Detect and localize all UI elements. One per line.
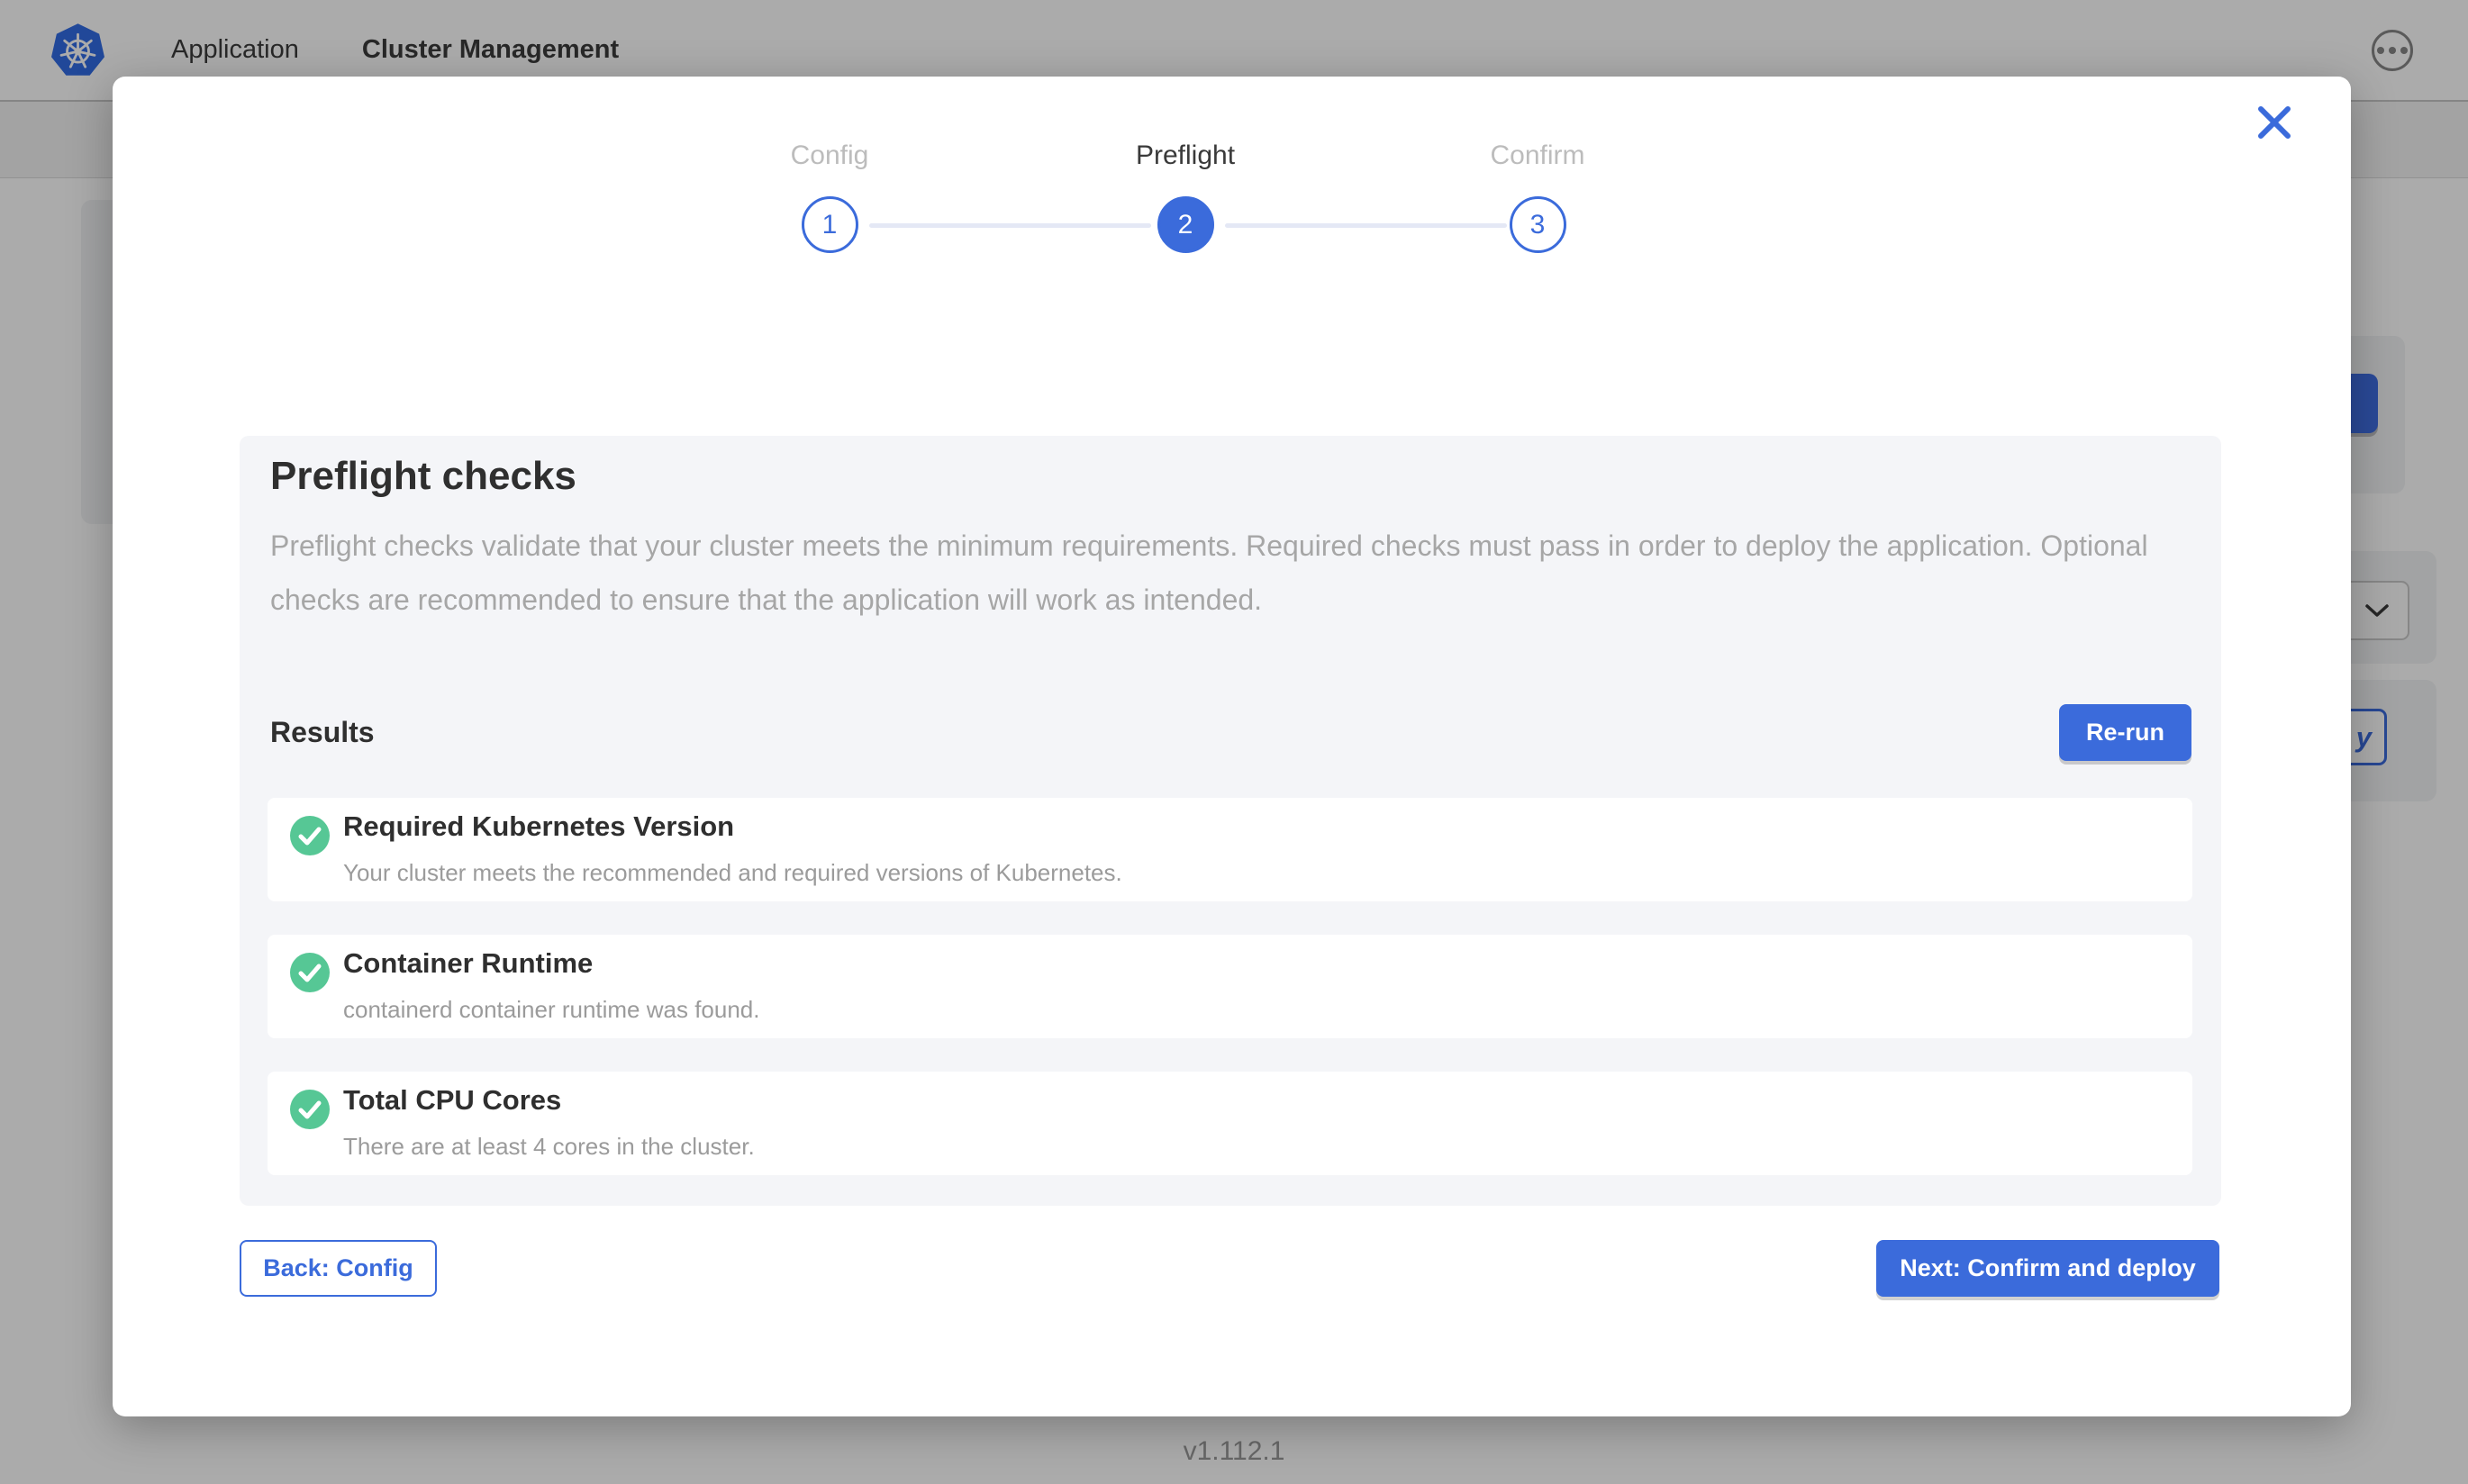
step-preflight: Preflight 2 (1086, 140, 1284, 253)
check-pass-icon (290, 816, 330, 855)
step-confirm: Confirm 3 (1438, 140, 1637, 253)
step-circle: 1 (802, 196, 858, 253)
close-icon (2254, 102, 2295, 143)
check-title: Required Kubernetes Version (343, 810, 734, 843)
step-label: Confirm (1438, 140, 1637, 172)
check-description: Your cluster meets the recommended and r… (343, 859, 1122, 887)
check-row-kubernetes-version: Required Kubernetes Version Your cluster… (268, 798, 2192, 901)
check-pass-icon (290, 1090, 330, 1129)
preflight-modal: Config 1 Preflight 2 Confirm 3 Preflight… (113, 77, 2351, 1416)
check-description: There are at least 4 cores in the cluste… (343, 1133, 755, 1161)
modal-title: Preflight checks (270, 454, 576, 499)
results-row: Results Re-run (270, 702, 2191, 762)
modal-close-button[interactable] (2254, 102, 2295, 143)
step-circle: 3 (1510, 196, 1566, 253)
screen: Application Cluster Management 0 y v1.11… (0, 0, 2468, 1484)
rerun-button[interactable]: Re-run (2059, 704, 2191, 761)
modal-description: Preflight checks validate that your clus… (270, 519, 2153, 627)
check-row-total-cpu-cores: Total CPU Cores There are at least 4 cor… (268, 1072, 2192, 1175)
results-heading: Results (270, 716, 375, 749)
check-pass-icon (290, 953, 330, 992)
step-label: Preflight (1086, 140, 1284, 172)
check-title: Total CPU Cores (343, 1084, 561, 1117)
next-button[interactable]: Next: Confirm and deploy (1876, 1240, 2219, 1297)
step-label: Config (730, 140, 929, 172)
preflight-panel: Preflight checks Preflight checks valida… (240, 436, 2221, 1206)
check-results-list: Required Kubernetes Version Your cluster… (268, 798, 2192, 1175)
back-button[interactable]: Back: Config (240, 1240, 437, 1297)
check-description: containerd container runtime was found. (343, 996, 760, 1024)
check-row-container-runtime: Container Runtime containerd container r… (268, 935, 2192, 1038)
check-title: Container Runtime (343, 947, 593, 980)
step-circle: 2 (1157, 196, 1214, 253)
step-config: Config 1 (730, 140, 929, 253)
